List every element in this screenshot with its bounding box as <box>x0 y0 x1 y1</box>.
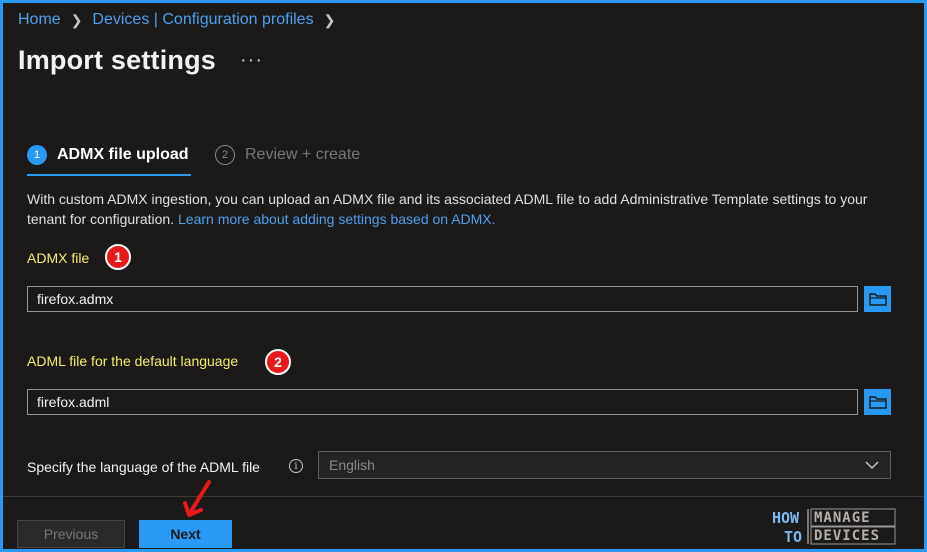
folder-icon <box>868 293 887 306</box>
footer-divider <box>3 496 924 497</box>
chevron-right-icon: ❯ <box>323 11 336 28</box>
language-label: Specify the language of the ADML file <box>27 459 260 475</box>
breadcrumb: Home ❯ Devices | Configuration profiles … <box>18 11 335 29</box>
step-callout-badge: 2 <box>265 349 291 375</box>
page-title: Import settings <box>18 45 217 75</box>
admx-file-label: ADMX file <box>27 250 90 266</box>
logo-devices-text: DEVICES <box>814 528 880 544</box>
learn-more-link[interactable]: Learn more about adding settings based o… <box>178 211 496 227</box>
wizard-steps: 1 ADMX file upload 2 Review + create <box>27 141 897 181</box>
active-tab-indicator <box>27 174 191 176</box>
previous-button[interactable]: Previous <box>17 520 125 548</box>
admx-browse-button[interactable] <box>864 286 891 312</box>
more-options-button[interactable]: ··· <box>240 49 263 72</box>
logo-how-text: HOW <box>772 509 800 527</box>
language-select[interactable]: English <box>318 451 891 479</box>
chevron-down-icon <box>865 461 879 470</box>
adml-browse-button[interactable] <box>864 389 891 415</box>
how-to-manage-devices-logo: HOW TO MANAGE DEVICES <box>770 506 896 546</box>
adml-file-label: ADML file for the default language <box>27 353 239 369</box>
step-callout-badge: 1 <box>105 244 131 270</box>
chevron-right-icon: ❯ <box>70 11 83 28</box>
step-number-badge: 1 <box>27 145 47 165</box>
adml-file-input[interactable]: firefox.adml <box>27 389 858 415</box>
admx-file-input[interactable]: firefox.admx <box>27 286 858 312</box>
logo-to-text: TO <box>784 528 802 546</box>
next-button[interactable]: Next <box>139 520 232 548</box>
tab-admx-file-upload[interactable]: 1 ADMX file upload <box>27 141 189 169</box>
breadcrumb-devices-link[interactable]: Devices | Configuration profiles <box>92 11 313 29</box>
step-number-badge: 2 <box>215 145 235 165</box>
breadcrumb-home-link[interactable]: Home <box>18 11 61 29</box>
red-arrow-annotation <box>183 480 211 517</box>
import-settings-window: Home ❯ Devices | Configuration profiles … <box>3 3 924 549</box>
tab-label: Review + create <box>245 146 361 163</box>
info-icon[interactable]: i <box>289 459 303 473</box>
logo-manage-text: MANAGE <box>814 510 871 526</box>
tab-review-create[interactable]: 2 Review + create <box>215 141 360 169</box>
description-text: With custom ADMX ingestion, you can uplo… <box>27 189 907 229</box>
language-selected-value: English <box>329 457 375 473</box>
tab-label: ADMX file upload <box>57 146 189 163</box>
folder-icon <box>868 396 887 409</box>
